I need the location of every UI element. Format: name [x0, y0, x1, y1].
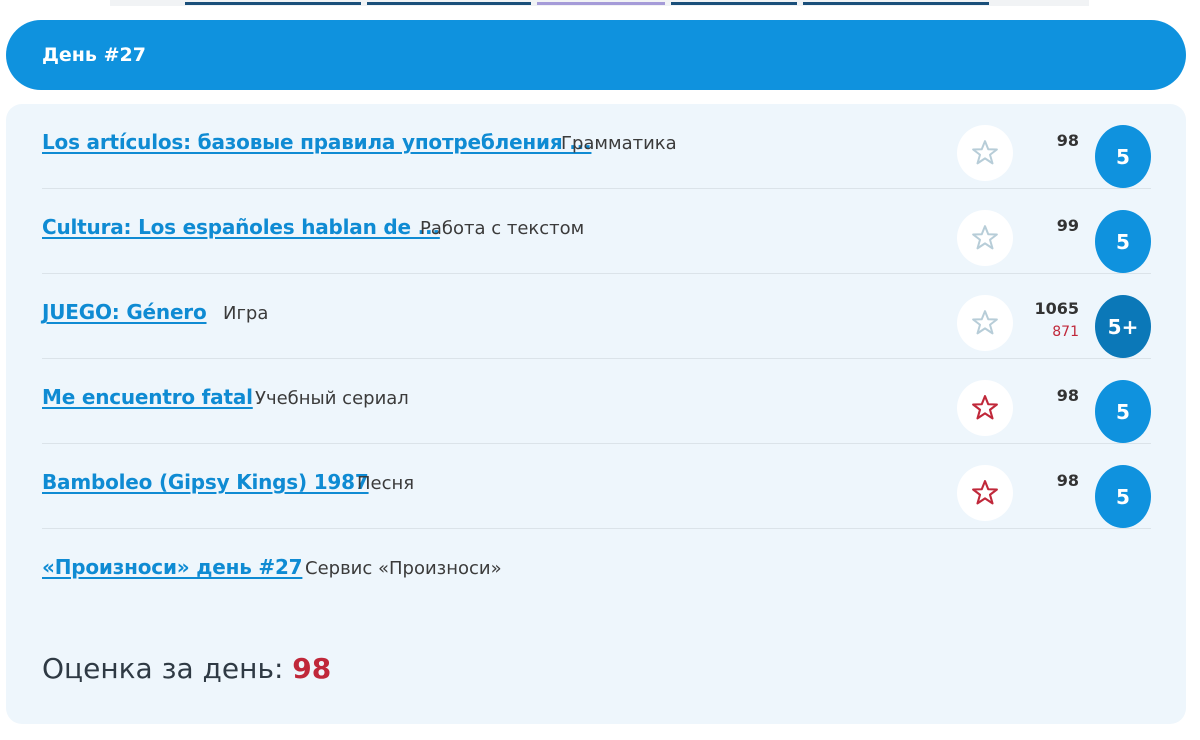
- day-title: День #27: [42, 44, 146, 66]
- lesson-score-secondary: 871: [1052, 324, 1079, 340]
- top-tab-strip: [110, 0, 1089, 6]
- day-score-summary: Оценка за день: 98: [42, 652, 331, 685]
- lesson-row: «Произноси» день #27 Сервис «Произноси»: [42, 529, 1151, 614]
- grade-badge: 5: [1095, 210, 1151, 273]
- day-score-value: 98: [292, 652, 332, 685]
- favorite-button[interactable]: [957, 210, 1013, 266]
- tab-indicator[interactable]: [537, 2, 665, 5]
- lesson-row: Los artículos: базовые правила употребле…: [42, 104, 1151, 189]
- lesson-row: JUEGO: Género Игра 1065 871 5+: [42, 274, 1151, 359]
- favorite-button[interactable]: [957, 380, 1013, 436]
- star-outline-icon: [972, 225, 998, 250]
- lesson-row: Cultura: Los españoles hablan de ... Раб…: [42, 189, 1151, 274]
- grade-value: 5: [1116, 399, 1130, 424]
- lesson-score: 98: [1056, 131, 1079, 150]
- lesson-title-link[interactable]: Me encuentro fatal: [42, 385, 253, 409]
- grade-value: 5: [1116, 229, 1130, 254]
- lesson-category: Песня: [357, 473, 415, 494]
- lesson-score: 98: [1056, 471, 1079, 490]
- lesson-title-link[interactable]: «Произноси» день #27: [42, 555, 303, 579]
- grade-value: 5: [1116, 144, 1130, 169]
- day-header: День #27: [6, 20, 1186, 90]
- lesson-category: Грамматика: [561, 133, 677, 154]
- favorite-button[interactable]: [957, 125, 1013, 181]
- lesson-category: Сервис «Произноси»: [305, 558, 502, 579]
- lesson-category: Работа с текстом: [420, 218, 585, 239]
- lesson-title-link[interactable]: Los artículos: базовые правила употребле…: [42, 130, 592, 154]
- star-red-outline-icon: [972, 395, 998, 420]
- lesson-category: Учебный сериал: [255, 388, 409, 409]
- grade-badge: 5: [1095, 465, 1151, 528]
- grade-badge: 5+: [1095, 295, 1151, 358]
- star-outline-icon: [972, 310, 998, 335]
- star-outline-icon: [972, 140, 998, 165]
- grade-badge: 5: [1095, 380, 1151, 443]
- star-red-outline-icon: [972, 480, 998, 505]
- grade-value: 5+: [1107, 314, 1139, 339]
- day-score-label: Оценка за день:: [42, 652, 284, 685]
- grade-value: 5: [1116, 484, 1130, 509]
- tab-indicator[interactable]: [367, 2, 531, 5]
- lesson-title-link[interactable]: JUEGO: Género: [42, 300, 207, 324]
- favorite-button[interactable]: [957, 465, 1013, 521]
- lesson-title-link[interactable]: Bamboleo (Gipsy Kings) 1987: [42, 470, 369, 494]
- favorite-button[interactable]: [957, 295, 1013, 351]
- lesson-category: Игра: [223, 303, 269, 324]
- tab-indicator[interactable]: [671, 2, 797, 5]
- lesson-score: 1065: [1034, 299, 1079, 318]
- lesson-score: 99: [1056, 216, 1079, 235]
- lessons-panel: Los artículos: базовые правила употребле…: [6, 104, 1186, 724]
- lesson-score: 98: [1056, 386, 1079, 405]
- lesson-title-link[interactable]: Cultura: Los españoles hablan de ...: [42, 215, 440, 239]
- tab-indicator[interactable]: [185, 2, 361, 5]
- lesson-row: Bamboleo (Gipsy Kings) 1987 Песня 98 5: [42, 444, 1151, 529]
- grade-badge: 5: [1095, 125, 1151, 188]
- tab-indicator[interactable]: [803, 2, 989, 5]
- lesson-row: Me encuentro fatal Учебный сериал 98 5: [42, 359, 1151, 444]
